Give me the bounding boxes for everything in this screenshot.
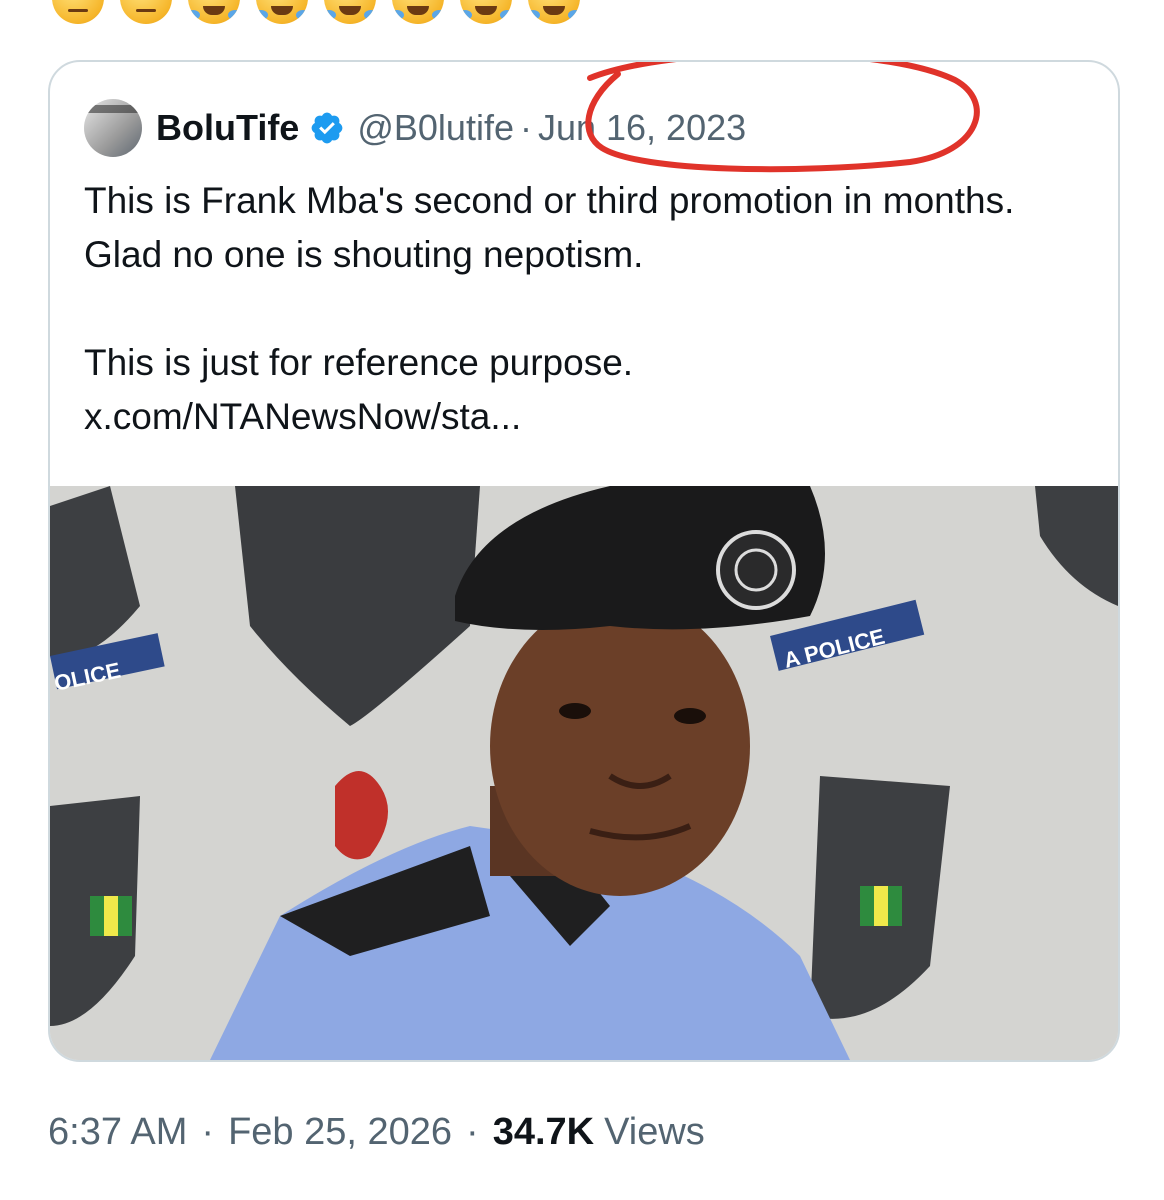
laughing-crying-face-icon: [324, 0, 376, 24]
laughing-crying-face-icon: [528, 0, 580, 24]
footer-separator: ·: [201, 1110, 215, 1153]
views-label: Views: [604, 1110, 705, 1153]
quoted-tweet-card[interactable]: BoluTife @B0lutife · Jun 16, 2023 This i…: [48, 60, 1120, 1062]
laughing-crying-face-icon: [256, 0, 308, 24]
laughing-crying-face-icon: [392, 0, 444, 24]
footer-separator: ·: [466, 1110, 479, 1153]
tweet-text-line: This is just for reference purpose.: [84, 342, 634, 383]
user-handle[interactable]: @B0lutife: [357, 107, 514, 149]
laughing-crying-face-icon: [188, 0, 240, 24]
tweet-photo[interactable]: OLICE A POLICE: [50, 486, 1118, 1060]
header-separator: ·: [519, 107, 532, 148]
quoted-tweet-text: This is Frank Mba's second or third prom…: [84, 174, 1084, 444]
verified-badge-icon: [311, 112, 343, 144]
tweet-link[interactable]: x.com/NTANewsNow/sta...: [84, 390, 1084, 444]
post-date[interactable]: Feb 25, 2026: [228, 1111, 452, 1154]
laughing-crying-face-icon: [460, 0, 512, 24]
quoted-tweet-header: BoluTife @B0lutife · Jun 16, 2023: [84, 98, 746, 158]
unamused-face-icon: [52, 0, 104, 24]
tweet-text-line: This is Frank Mba's second or third prom…: [84, 180, 1015, 275]
unamused-face-icon: [120, 0, 172, 24]
quoted-tweet-date[interactable]: Jun 16, 2023: [538, 107, 746, 149]
views-count[interactable]: 34.7K: [493, 1111, 594, 1154]
display-name[interactable]: BoluTife: [156, 107, 299, 149]
reaction-emoji-row: [52, 0, 580, 24]
photo-of-police-officer-icon: OLICE A POLICE: [50, 486, 1118, 1060]
post-time[interactable]: 6:37 AM: [48, 1111, 187, 1154]
tweet-footer: 6:37 AM · Feb 25, 2026 · 34.7K Views: [48, 1106, 705, 1158]
avatar[interactable]: [84, 99, 142, 157]
